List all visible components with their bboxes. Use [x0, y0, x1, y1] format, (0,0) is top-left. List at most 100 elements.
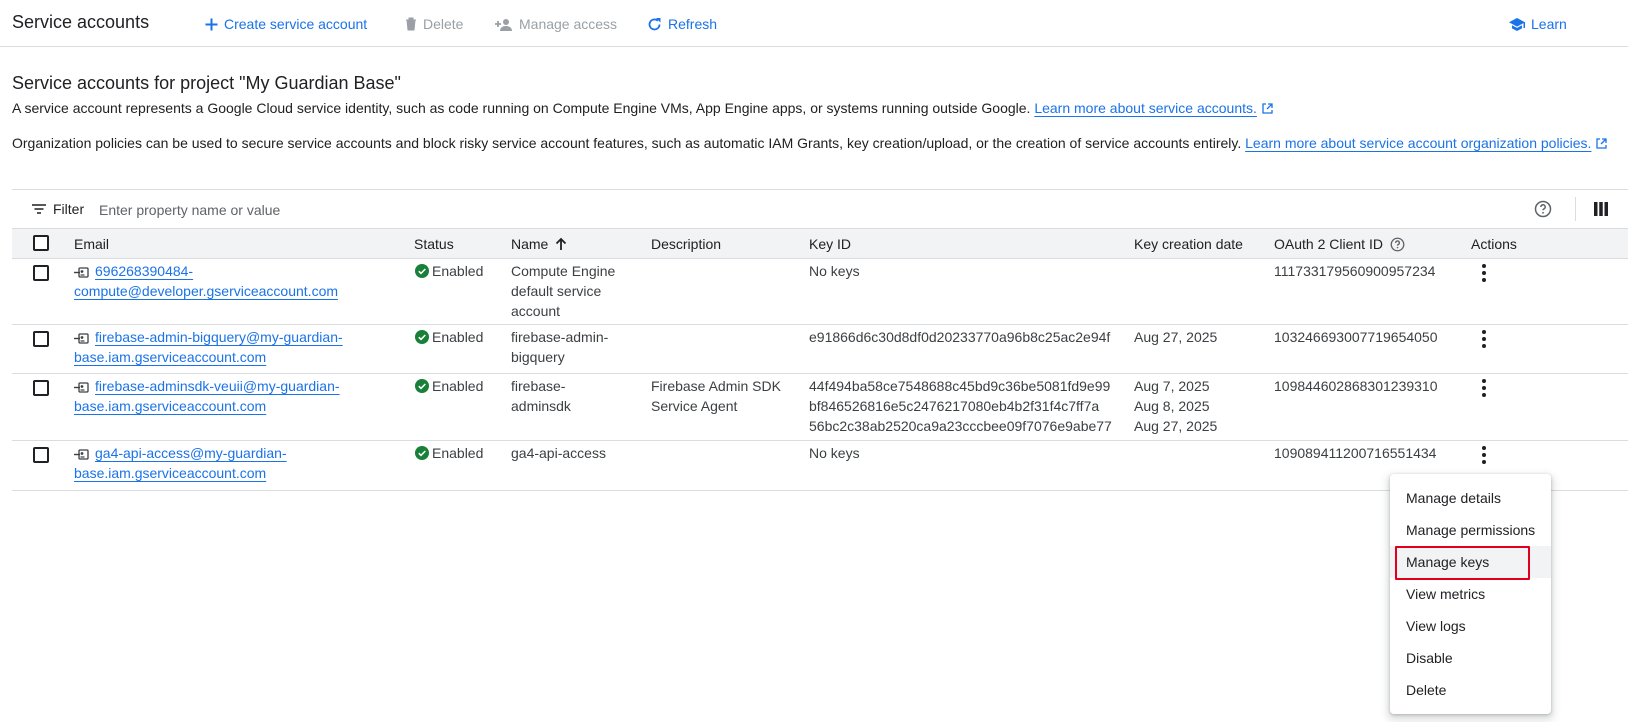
menu-item-view-metrics[interactable]: View metrics — [1390, 578, 1551, 610]
row-checkbox[interactable] — [33, 265, 49, 281]
row-checkbox[interactable] — [33, 447, 49, 463]
create-service-account-label: Create service account — [224, 16, 368, 32]
email-line: ga4-api-access@my-guardian- — [74, 443, 287, 463]
name-cell: firebase- adminsdk — [511, 376, 571, 416]
intro-paragraph-2: Organization policies can be used to sec… — [12, 135, 1608, 151]
refresh-label: Refresh — [668, 16, 718, 32]
column-header-description[interactable]: Description — [651, 236, 721, 252]
learn-more-org-policies-link[interactable]: Learn more about service account organiz… — [1245, 135, 1591, 151]
email-line: firebase-admin-bigquery@my-guardian- — [74, 327, 343, 347]
name-line: adminsdk — [511, 398, 571, 414]
intro-text-1: A service account represents a Google Cl… — [12, 100, 1031, 116]
row-checkbox[interactable] — [33, 331, 49, 347]
row-actions-menu-button[interactable] — [1474, 263, 1494, 283]
check-circle-icon — [415, 446, 429, 460]
manage-access-button[interactable]: Manage access — [495, 13, 617, 35]
row-actions-menu-button[interactable] — [1474, 445, 1494, 465]
status-text: Enabled — [432, 378, 484, 394]
service-account-icon — [74, 382, 89, 393]
column-header-key-id[interactable]: Key ID — [809, 236, 851, 252]
name-line: firebase- — [511, 378, 566, 394]
service-account-icon — [74, 267, 89, 278]
column-header-key-creation-date[interactable]: Key creation date — [1134, 236, 1243, 252]
menu-item-manage-keys[interactable]: Manage keys — [1390, 546, 1551, 580]
status-text: Enabled — [432, 445, 484, 461]
column-header-oauth-label: OAuth 2 Client ID — [1274, 236, 1383, 252]
column-display-icon[interactable] — [1594, 202, 1608, 216]
status-badge: Enabled — [415, 261, 483, 281]
column-header-name-label: Name — [511, 236, 549, 252]
column-header-name[interactable]: Name — [511, 236, 567, 252]
table-row: firebase-admin-bigquery@my-guardian- bas… — [12, 325, 1628, 374]
key-id-cell: No keys — [809, 261, 860, 281]
person-add-icon — [495, 18, 512, 31]
key-id-line: No keys — [809, 263, 860, 279]
column-header-email[interactable]: Email — [74, 236, 109, 252]
column-header-oauth-client-id[interactable]: OAuth 2 Client ID — [1274, 236, 1405, 252]
toolbar-divider — [1575, 197, 1576, 221]
filter-bar: Filter — [12, 189, 1628, 229]
table-row: ga4-api-access@my-guardian- base.iam.gse… — [12, 441, 1628, 491]
status-cell: Enabled — [415, 376, 483, 396]
refresh-button[interactable]: Refresh — [647, 13, 717, 35]
service-account-icon — [74, 449, 89, 460]
external-link-icon — [1262, 103, 1273, 114]
key-creation-date-cell: Aug 27, 2025 — [1134, 327, 1217, 347]
help-icon[interactable] — [1390, 237, 1405, 252]
description-cell: Firebase Admin SDK Service Agent — [651, 376, 781, 416]
email-link[interactable]: firebase-admin-bigquery@my-guardian- — [95, 329, 343, 345]
filter-input[interactable] — [99, 199, 799, 221]
email-link[interactable]: ga4-api-access@my-guardian- — [95, 445, 287, 461]
description-line: Firebase Admin SDK — [651, 378, 781, 394]
email-link[interactable]: 696268390484- — [95, 263, 193, 279]
key-date-line: Aug 8, 2025 — [1134, 398, 1210, 414]
status-cell: Enabled — [415, 327, 483, 347]
status-text: Enabled — [432, 263, 484, 279]
menu-item-disable[interactable]: Disable — [1390, 642, 1551, 674]
learn-button[interactable]: Learn — [1509, 13, 1567, 35]
email-cell: firebase-admin-bigquery@my-guardian- bas… — [74, 327, 343, 367]
menu-item-view-logs[interactable]: View logs — [1390, 610, 1551, 642]
email-cell: 696268390484- compute@developer.gservice… — [74, 261, 338, 301]
row-actions-menu-button[interactable] — [1474, 378, 1494, 398]
page-title: Service accounts — [12, 12, 150, 32]
email-link-continued[interactable]: base.iam.gserviceaccount.com — [74, 396, 340, 416]
name-cell: ga4-api-access — [511, 443, 606, 463]
menu-item-manage-details[interactable]: Manage details — [1390, 482, 1551, 514]
menu-item-delete[interactable]: Delete — [1390, 674, 1551, 706]
name-line: firebase-admin- — [511, 329, 609, 345]
name-line: bigquery — [511, 349, 565, 365]
delete-button[interactable]: Delete — [405, 13, 463, 35]
section-title: Service accounts for project "My Guardia… — [12, 73, 401, 93]
filter-button[interactable]: Filter — [32, 201, 84, 217]
table-row: firebase-adminsdk-veuii@my-guardian- bas… — [12, 374, 1628, 441]
name-cell: firebase-admin- bigquery — [511, 327, 608, 367]
status-badge: Enabled — [415, 327, 483, 347]
column-header-status[interactable]: Status — [414, 236, 454, 252]
email-link-continued[interactable]: base.iam.gserviceaccount.com — [74, 463, 287, 483]
oauth-client-id-cell: 103246693007719654050 — [1274, 329, 1438, 345]
intro-text-2: Organization policies can be used to sec… — [12, 135, 1242, 151]
row-actions-menu-button[interactable] — [1474, 329, 1494, 349]
menu-item-manage-permissions[interactable]: Manage permissions — [1390, 514, 1551, 546]
email-link-continued[interactable]: base.iam.gserviceaccount.com — [74, 347, 343, 367]
email-link[interactable]: firebase-adminsdk-veuii@my-guardian- — [95, 378, 340, 394]
select-all-checkbox[interactable] — [33, 235, 49, 251]
status-badge: Enabled — [415, 443, 483, 463]
check-circle-icon — [415, 330, 429, 344]
key-id-line: 56bc2c38ab2520ca9a23cccbee09f7076e9abe77 — [809, 418, 1112, 434]
key-id-line: 44f494ba58ce7548688c45bd9c36be5081fd9e99 — [809, 378, 1111, 394]
key-date-line: Aug 27, 2025 — [1134, 329, 1218, 345]
filter-list-icon — [32, 204, 46, 214]
email-link-continued[interactable]: compute@developer.gserviceaccount.com — [74, 281, 338, 301]
status-badge: Enabled — [415, 376, 483, 396]
learn-more-service-accounts-link[interactable]: Learn more about service accounts. — [1034, 100, 1257, 116]
arrow-upward-icon — [556, 237, 567, 250]
help-icon[interactable] — [1534, 200, 1552, 218]
row-actions-menu: Manage details Manage permissions Manage… — [1390, 474, 1551, 714]
create-service-account-button[interactable]: Create service account — [205, 13, 367, 35]
row-checkbox[interactable] — [33, 380, 49, 396]
email-line: 696268390484- — [74, 261, 338, 281]
name-line: account — [511, 303, 561, 319]
key-date-line: Aug 27, 2025 — [1134, 418, 1218, 434]
